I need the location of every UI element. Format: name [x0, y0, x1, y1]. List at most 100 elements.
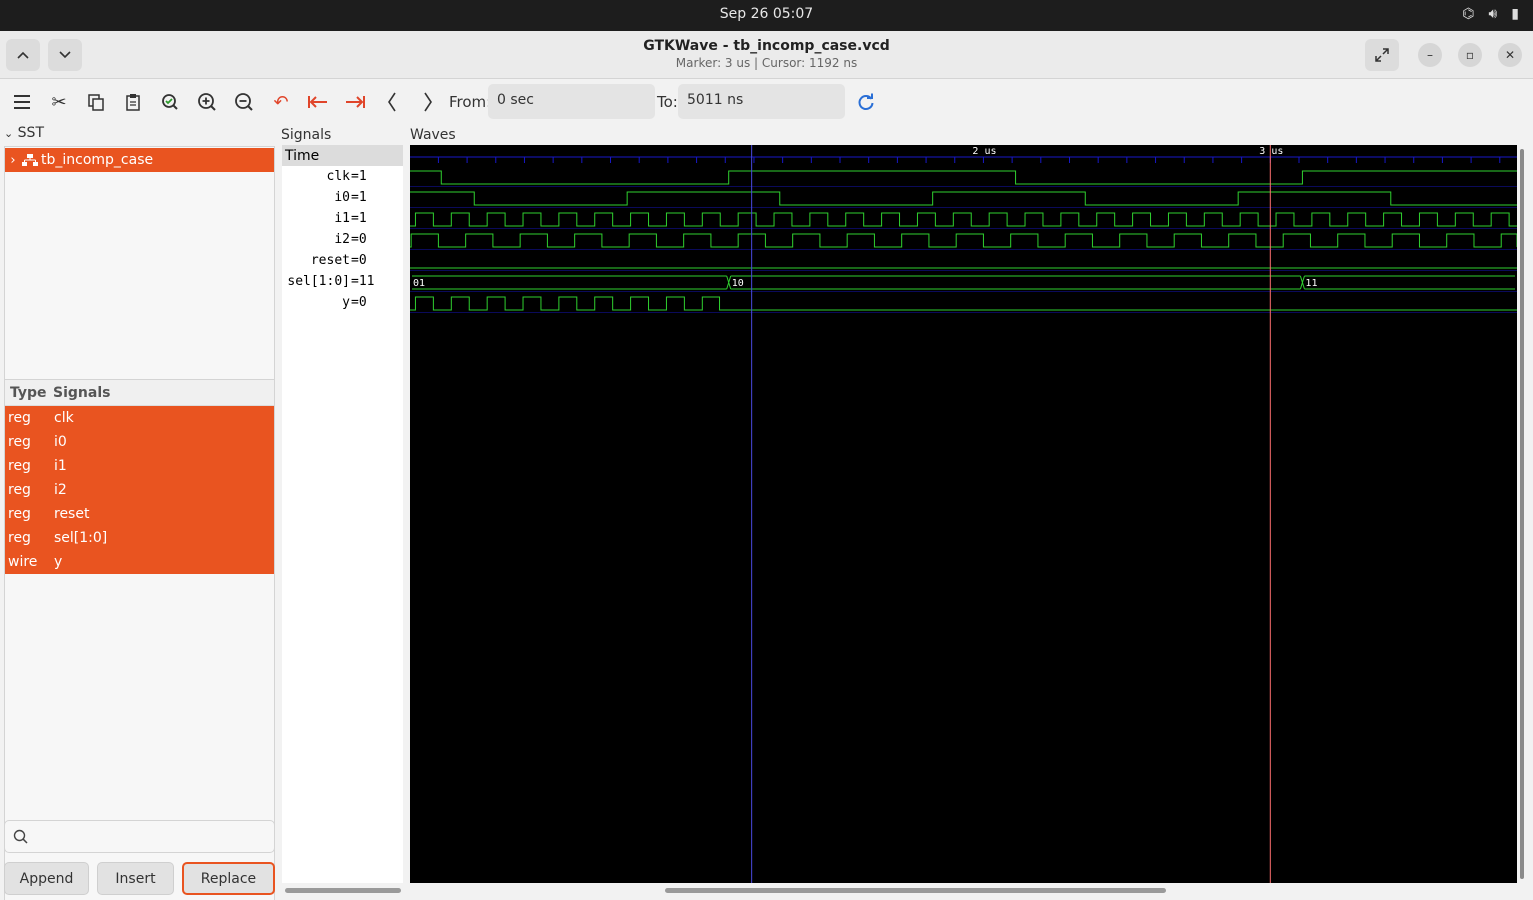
close-button[interactable]: ✕	[1498, 43, 1522, 67]
signals-horizontal-scrollbar[interactable]	[285, 888, 401, 893]
append-button[interactable]: Append	[4, 862, 89, 895]
go-to-end-button[interactable]	[343, 90, 367, 114]
signal-type: reg	[8, 530, 31, 546]
go-to-start-icon	[308, 96, 327, 108]
scroll-left-button[interactable]	[380, 90, 404, 114]
zoom-fit-icon	[162, 94, 178, 110]
window-title: GTKWave - tb_incomp_case.vcd	[643, 38, 890, 54]
signal-list-row[interactable]: reg i0	[5, 430, 274, 454]
sst-header[interactable]: ⌄ SST	[4, 125, 44, 141]
signal-list-row[interactable]: reg i2	[5, 478, 274, 502]
cut-button[interactable]: ✂	[47, 90, 71, 114]
module-hierarchy-icon	[22, 154, 38, 166]
signal-list-row[interactable]: reg sel[1:0]	[5, 526, 274, 550]
signal-type: reg	[8, 506, 31, 522]
signal-trace-name: reset	[310, 253, 350, 268]
zoom-out-icon	[235, 93, 253, 111]
signal-list-row[interactable]: wire y	[5, 550, 274, 574]
zoom-out-button[interactable]	[232, 90, 256, 114]
reload-button[interactable]	[854, 90, 878, 114]
signal-name: sel[1:0]	[54, 530, 108, 546]
window-subtitle: Marker: 3 us | Cursor: 1192 ns	[675, 56, 858, 70]
system-tray[interactable]: ⌬ 🔊︎ ▮	[1462, 6, 1519, 22]
signals-list-rows: reg clk reg i0 reg i1 reg i2 reg reset reg sel[1:0]…	[5, 406, 274, 574]
signal-name: clk	[54, 410, 74, 426]
signal-name: reset	[54, 506, 90, 522]
signal-name-row[interactable]: clk =1	[282, 166, 403, 187]
signal-list-row[interactable]: reg i1	[5, 454, 274, 478]
tree-item-tb-incomp-case[interactable]: › tb_incomp_case	[5, 148, 274, 172]
undo-icon: ↶	[273, 91, 289, 113]
time-ruler-label: 2 us	[972, 146, 996, 157]
zoom-fit-button[interactable]	[158, 90, 182, 114]
battery-icon[interactable]: ▮	[1511, 6, 1519, 22]
signal-trace-name: i2	[334, 232, 350, 247]
signal-trace-name: y	[342, 295, 350, 310]
search-icon	[13, 829, 28, 844]
signal-search-input[interactable]	[4, 820, 275, 853]
paste-icon	[126, 94, 140, 111]
signal-name-row[interactable]: y =0	[282, 292, 403, 313]
signal-name-row[interactable]: i2 =0	[282, 229, 403, 250]
scroll-right-button[interactable]	[416, 90, 440, 114]
signal-name: i1	[54, 458, 67, 474]
signal-trace-value: =1	[351, 211, 367, 226]
waves-horizontal-scrollbar[interactable]	[665, 888, 1166, 893]
signals-column-header[interactable]: Signals	[53, 385, 110, 401]
sst-panel: ⌄ SST › tb_incomp_case Type Signals reg c…	[0, 125, 279, 900]
network-icon[interactable]: ⌬	[1462, 6, 1474, 22]
signal-name: i0	[54, 434, 67, 450]
signal-type: reg	[8, 458, 31, 474]
to-label: To:	[657, 93, 678, 111]
signal-list-row[interactable]: reg clk	[5, 406, 274, 430]
signal-name-row[interactable]: i0 =1	[282, 187, 403, 208]
to-time-input[interactable]: 5011 ns	[678, 84, 845, 119]
maximize-icon: ▫	[1465, 48, 1475, 62]
waveform-background	[410, 145, 1517, 883]
signal-trace-value: =0	[351, 295, 367, 310]
window-header: GTKWave - tb_incomp_case.vcd Marker: 3 u…	[0, 31, 1533, 79]
go-to-start-button[interactable]	[306, 90, 330, 114]
signal-type: reg	[8, 434, 31, 450]
minimize-icon: –	[1427, 48, 1433, 62]
signal-trace-value: =1	[351, 169, 367, 184]
toolbar: ✂ ↶ From: 0 sec To: 5011 ns	[0, 79, 1533, 125]
system-clock[interactable]: Sep 26 05:07	[0, 6, 1533, 22]
scissors-icon: ✂	[51, 91, 67, 113]
zoom-in-button[interactable]	[195, 90, 219, 114]
copy-icon	[88, 94, 104, 111]
waves-pane-label: Waves	[410, 127, 456, 143]
signal-name-row[interactable]: reset =0	[282, 250, 403, 271]
waveform-canvas[interactable]: 2 us 3 us 01 10 11	[410, 145, 1517, 883]
expand-icon	[1375, 48, 1389, 62]
expander-chevron-right-icon[interactable]: ›	[5, 153, 21, 168]
sst-header-label: SST	[17, 125, 44, 141]
waves-vertical-scrollbar[interactable]	[1520, 149, 1524, 879]
tree-item-label: tb_incomp_case	[41, 152, 154, 168]
signal-name-row[interactable]: i1 =1	[282, 208, 403, 229]
insert-button[interactable]: Insert	[97, 862, 174, 895]
paste-button[interactable]	[121, 90, 145, 114]
maximize-button[interactable]: ▫	[1458, 43, 1482, 67]
replace-button[interactable]: Replace	[182, 862, 275, 895]
time-row[interactable]: Time	[282, 145, 403, 166]
type-column-header[interactable]: Type	[5, 385, 53, 401]
signal-list-row[interactable]: reg reset	[5, 502, 274, 526]
signal-trace-value: =0	[351, 253, 367, 268]
from-time-input[interactable]: 0 sec	[488, 84, 655, 119]
fullscreen-button[interactable]	[1365, 39, 1399, 71]
menu-button[interactable]	[10, 90, 34, 114]
from-label: From:	[449, 93, 492, 111]
minimize-button[interactable]: –	[1418, 43, 1442, 67]
signal-names-list: Time clk =1 i0 =1 i1 =1 i2 =0 reset =0 sel[1:0] =11…	[282, 145, 403, 883]
signals-pane-label: Signals	[281, 127, 332, 143]
signal-trace-name: i0	[334, 190, 350, 205]
chevron-right-icon	[424, 92, 432, 112]
signal-trace-value: =0	[351, 232, 367, 247]
volume-icon[interactable]: 🔊︎	[1488, 6, 1497, 22]
copy-button[interactable]	[84, 90, 108, 114]
signal-name-row[interactable]: sel[1:0] =11	[282, 271, 403, 292]
signals-pane: Signals Time clk =1 i0 =1 i1 =1 i2 =0 reset =0 sel…	[279, 125, 407, 900]
undo-zoom-button[interactable]: ↶	[269, 90, 293, 114]
signal-type: reg	[8, 482, 31, 498]
